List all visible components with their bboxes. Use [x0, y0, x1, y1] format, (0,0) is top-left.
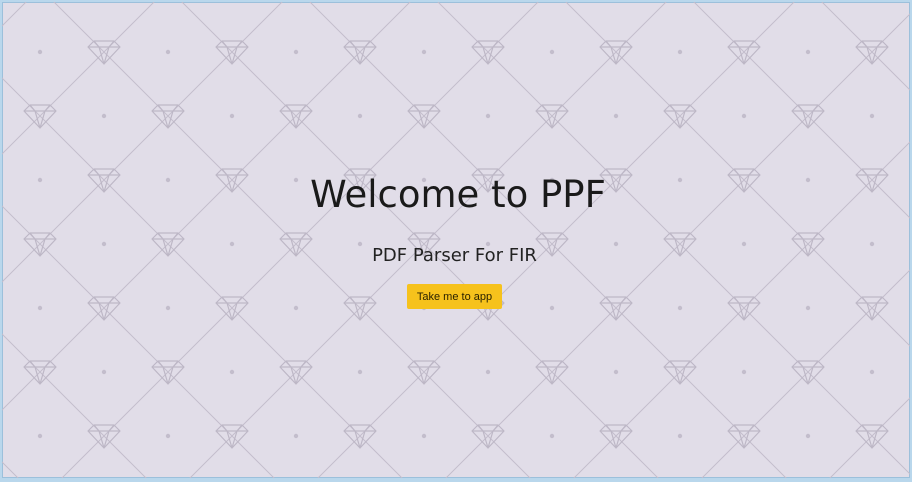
take-me-to-app-button[interactable]: Take me to app	[407, 284, 502, 309]
page-frame: Welcome to PPF PDF Parser For FIR Take m…	[0, 0, 912, 482]
background-pattern	[2, 2, 910, 478]
